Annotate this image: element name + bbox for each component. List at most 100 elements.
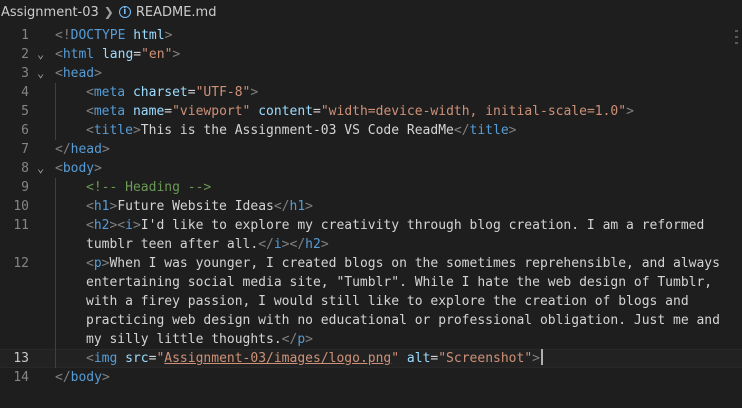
code-text: <title>This is the Assignment-03 VS Code… [86,121,517,140]
code-token: my silly little thoughts. [86,332,282,347]
code-token: < [86,256,94,271]
code-token: i [125,218,133,233]
code-token: </ [55,370,71,385]
code-text: entertaining social media site, "Tumblr"… [86,273,712,292]
breadcrumb: Assignment-03 ❯ i README.md [0,0,742,24]
line-number: 6 [21,123,29,138]
code-token: > [94,66,102,81]
code-token: > [250,85,259,100]
code-line[interactable]: 1 <!DOCTYPE html> [0,26,742,45]
code-token: src [125,351,149,366]
code-line[interactable]: 10 <h1>Future Website Ideas</h1> [0,197,742,216]
minimap-marker [735,42,738,44]
code-line[interactable]: 4 <meta charset="UTF-8"> [0,83,742,102]
code-token: < [55,66,63,81]
code-token: > [320,237,329,252]
code-token: title [469,123,509,138]
code-token: h1 [289,199,306,214]
line-number: 9 [21,180,29,195]
code-text: <head> [55,64,102,83]
code-token: p [93,256,102,271]
code-token: > [172,47,181,62]
indent-guide [55,197,56,216]
indent-guide [55,121,56,140]
code-line[interactable]: 5 <meta name="viewport" content="width=de… [0,102,742,121]
code-token: head [70,142,102,157]
code-text: <html lang="en"> [55,45,180,64]
indent-guide [55,102,56,121]
code-line[interactable]: 11 <h2><i>I'd like to explore my creativi… [0,216,742,235]
code-line[interactable]: 6 <title>This is the Assignment-03 VS Cod… [0,121,742,140]
indent-guide [55,273,56,292]
code-editor[interactable]: 1 <!DOCTYPE html> 2 ⌄ <html lang="en"> 3 ⌄ <hea… [0,26,742,408]
code-token: = [133,47,142,62]
indent-guide [55,292,56,311]
code-token: </ [453,123,470,138]
code-token: > [101,142,110,157]
indent-guide [55,349,56,368]
code-line[interactable]: 14 </body> [0,368,742,387]
code-line[interactable]: my silly little thoughts.</p> [0,330,742,349]
code-text: <body> [55,159,102,178]
code-token: "en" [141,47,173,62]
code-text: my silly little thoughts.</p> [86,330,313,349]
code-text: tumblr teen after all.</i></h2> [86,235,329,254]
code-line[interactable]: 12 <p>When I was younger, I created blogs… [0,254,742,273]
fold-chevron-icon[interactable]: ⌄ [37,45,47,64]
code-token: </ [55,142,71,157]
code-text: <h1>Future Website Ideas</h1> [86,197,313,216]
indent-guide [55,254,56,273]
code-token: <!-- Heading --> [86,180,212,195]
code-line[interactable]: entertaining social media site, "Tumblr"… [0,273,742,292]
code-token: > [101,370,110,385]
code-token: </ [281,332,298,347]
line-number: 10 [13,199,29,214]
code-text: <h2><i>I'd like to explore my creativity… [86,216,704,235]
code-line[interactable]: 13 <img src="Assignment-03/images/logo.pn… [0,349,742,368]
indent-guide [55,178,56,197]
code-token: >< [109,218,126,233]
line-number: 12 [13,256,29,271]
code-token: When I was younger, I created blogs on t… [109,256,720,271]
code-token: "width=device-width, initial-scale=1.0" [320,104,627,119]
code-text: </body> [55,368,110,387]
fold-chevron-icon[interactable]: ⌄ [37,64,47,83]
code-token: h1 [93,199,110,214]
code-line[interactable]: 8 ⌄ <body> [0,159,742,178]
code-token: h2 [305,237,321,252]
code-line[interactable]: 7 </head> [0,140,742,159]
line-number: 14 [13,370,29,385]
indent-guide [55,83,56,102]
fold-chevron-icon[interactable]: ⌄ [37,159,47,178]
code-token: h2 [93,218,110,233]
code-token: i [273,237,282,252]
code-line[interactable]: with a firey passion, I would still like… [0,292,742,311]
code-line[interactable]: 3 ⌄ <head> [0,64,742,83]
line-number: 7 [21,142,29,157]
code-token: < [55,161,63,176]
code-token: > [508,123,517,138]
code-line[interactable]: 2 ⌄ <html lang="en"> [0,45,742,64]
code-token: "UTF-8" [195,85,251,100]
code-line[interactable]: 9 <!-- Heading --> [0,178,742,197]
code-token: > [305,332,313,347]
code-token: < [86,199,94,214]
code-line[interactable]: practicing web design with no educationa… [0,311,742,330]
code-text: with a firey passion, I would still like… [86,292,689,311]
code-text: <p>When I was younger, I created blogs o… [86,254,720,273]
code-token: " [391,351,400,366]
code-token: < [86,123,94,138]
code-token: "Screenshot" [438,351,533,366]
minimap-marker [735,30,738,32]
text-cursor [540,349,543,365]
code-token: content [258,104,314,119]
breadcrumb-file[interactable]: README.md [136,5,217,20]
code-token: practicing web design with no educationa… [86,313,720,328]
info-icon: i [118,6,131,18]
code-text: <img src="Assignment-03/images/logo.png"… [86,349,543,368]
line-number: 4 [21,85,29,100]
indent-guide [55,311,56,330]
breadcrumb-folder[interactable]: Assignment-03 [0,5,99,20]
code-line[interactable]: tumblr teen after all.</i></h2> [0,235,742,254]
line-number: 8 [21,161,29,176]
